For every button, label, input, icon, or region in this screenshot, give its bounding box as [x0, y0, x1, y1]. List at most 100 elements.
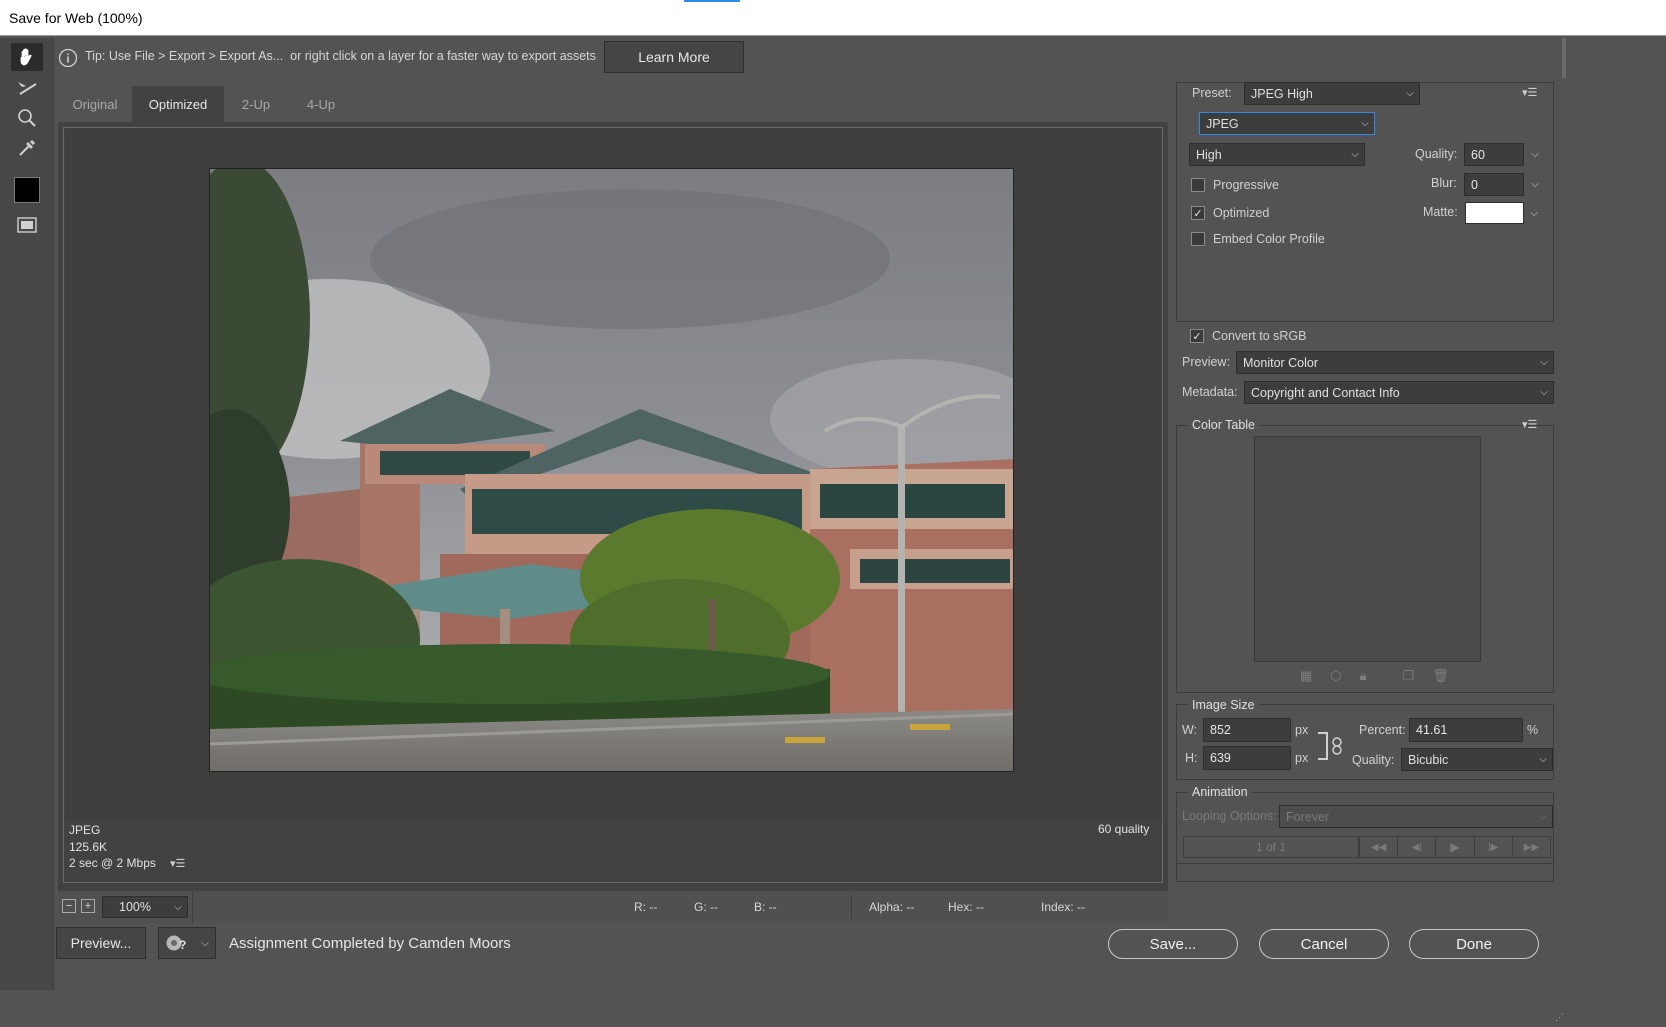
frame-counter: 1 of 1: [1183, 836, 1359, 858]
chevron-down-icon: ⌵: [1539, 754, 1547, 765]
status-text: Assignment Completed by Camden Moors: [229, 935, 511, 952]
quality-input[interactable]: 60: [1464, 143, 1524, 166]
preset-label: Preset:: [1192, 86, 1232, 100]
map-transparency-icon[interactable]: ▦: [1300, 668, 1312, 684]
quality-dropdown-chevron-icon[interactable]: ⌵: [1526, 143, 1544, 166]
learn-more-button[interactable]: Learn More: [604, 41, 744, 73]
blur-dropdown-chevron-icon[interactable]: ⌵: [1526, 173, 1544, 196]
lock-icon[interactable]: 🔒︎: [1360, 668, 1367, 684]
animation-title: Animation: [1188, 785, 1252, 799]
preview-in-browser-button[interactable]: Preview...: [56, 927, 146, 959]
metadata-select[interactable]: Copyright and Contact Info ⌵: [1244, 381, 1554, 404]
tip-bar-edge: [1562, 38, 1566, 78]
compression-quality-select[interactable]: High ⌵: [1189, 143, 1365, 166]
resize-grip-icon[interactable]: ⋰: [1555, 1012, 1564, 1023]
blur-label: Blur:: [1431, 176, 1457, 190]
browser-select[interactable]: ? ⌵: [158, 927, 216, 959]
constrain-proportions-bracket: [1318, 732, 1328, 760]
image-size-title: Image Size: [1188, 698, 1259, 712]
index-readout: Index: --: [1041, 900, 1086, 914]
zoom-level-select[interactable]: 100% ⌵: [102, 896, 188, 918]
svg-text:?: ?: [179, 938, 186, 952]
web-snap-cube-icon[interactable]: ⬡: [1330, 668, 1341, 684]
preview-color-select[interactable]: Monitor Color ⌵: [1236, 351, 1554, 374]
preset-value: JPEG High: [1251, 86, 1313, 101]
trash-icon[interactable]: 🗑︎: [1432, 668, 1449, 684]
height-input[interactable]: 639: [1203, 746, 1291, 770]
slice-select-tool[interactable]: [11, 74, 43, 102]
alpha-readout: Alpha: --: [869, 900, 915, 914]
embed-color-profile-checkbox[interactable]: [1191, 232, 1205, 246]
matte-color-swatch[interactable]: [1465, 202, 1524, 224]
previous-frame-icon[interactable]: ◀|: [1398, 837, 1437, 857]
color-table-menu-icon[interactable]: ▾☰: [1522, 418, 1537, 431]
zoom-level-value: 100%: [119, 900, 151, 914]
hand-icon: [20, 48, 32, 66]
blue-readout: B: --: [754, 900, 777, 914]
tab-optimized[interactable]: Optimized: [132, 86, 224, 122]
status-divider: [192, 891, 193, 923]
chevron-down-icon: ⌵: [174, 901, 182, 913]
looping-options-select[interactable]: Forever ⌵: [1279, 805, 1553, 828]
status-divider: [851, 895, 852, 919]
status-bar: − + 100% ⌵ R: -- G: -- B: -- Alpha: -- H…: [58, 890, 1168, 923]
percent-input[interactable]: 41.61: [1409, 718, 1523, 742]
file-format-select[interactable]: JPEG ⌵: [1199, 112, 1375, 135]
width-unit: px: [1295, 723, 1309, 737]
image-quality-info: 60 quality: [1098, 822, 1150, 836]
chevron-down-icon: ⌵: [1539, 811, 1547, 822]
optimized-label: Optimized: [1213, 206, 1270, 220]
browser-icon: ?: [166, 935, 186, 952]
link-chain-icon[interactable]: [1331, 737, 1343, 755]
width-input[interactable]: 852: [1203, 718, 1291, 742]
width-label: W:: [1182, 723, 1198, 737]
image-info: JPEG 125.6K 2 sec @ 2 Mbps: [69, 822, 156, 872]
resample-quality-select[interactable]: Bicubic ⌵: [1401, 748, 1553, 771]
play-icon[interactable]: ▶: [1436, 837, 1475, 857]
done-button[interactable]: Done: [1409, 929, 1539, 959]
image-file-size: 125.6K: [69, 839, 108, 854]
progressive-checkbox[interactable]: [1191, 178, 1205, 192]
checkmark-icon: ✓: [1193, 207, 1203, 220]
convert-srgb-label: Convert to sRGB: [1212, 329, 1307, 343]
percent-label: Percent:: [1359, 723, 1406, 737]
red-readout: R: --: [634, 900, 658, 914]
new-color-icon[interactable]: ❐: [1403, 668, 1415, 684]
eyedropper-tool[interactable]: [11, 134, 43, 162]
slices-visibility-icon: [17, 217, 37, 233]
convert-srgb-checkbox[interactable]: ✓: [1190, 329, 1204, 343]
height-unit: px: [1295, 751, 1309, 765]
animation-group-footer: [1176, 864, 1554, 882]
first-frame-icon[interactable]: ◀◀: [1360, 837, 1399, 857]
download-time: 2 sec @ 2 Mbps: [69, 856, 156, 870]
optimized-image-preview[interactable]: [209, 168, 1014, 772]
tab-2-up[interactable]: 2-Up: [224, 86, 288, 122]
matte-dropdown-chevron-icon[interactable]: ⌵: [1524, 202, 1544, 224]
title-bar: Save for Web (100%): [0, 0, 1666, 36]
building-photo: [210, 169, 1013, 771]
optimized-checkbox[interactable]: ✓: [1191, 206, 1205, 220]
cancel-button[interactable]: Cancel: [1259, 929, 1389, 959]
eyedropper-icon: [19, 139, 36, 156]
metadata-value: Copyright and Contact Info: [1251, 385, 1400, 400]
compression-quality-value: High: [1196, 147, 1222, 162]
zoom-tool[interactable]: [11, 104, 43, 132]
zoom-out-button[interactable]: −: [62, 899, 76, 913]
tab-4-up[interactable]: 4-Up: [288, 86, 354, 122]
tab-original[interactable]: Original: [58, 86, 132, 122]
chevron-down-icon: ⌵: [1351, 149, 1359, 160]
eyedropper-color-swatch[interactable]: [14, 177, 40, 203]
optimize-menu-icon[interactable]: ▾☰: [1522, 86, 1537, 99]
color-table-swatches[interactable]: [1254, 436, 1481, 662]
blur-input[interactable]: 0: [1464, 173, 1524, 196]
zoom-in-button[interactable]: +: [81, 899, 95, 913]
hand-tool[interactable]: [11, 43, 43, 71]
resample-quality-label: Quality:: [1352, 753, 1395, 767]
chevron-down-icon: ⌵: [201, 937, 209, 949]
next-frame-icon[interactable]: |▶: [1475, 837, 1513, 857]
save-button[interactable]: Save...: [1108, 929, 1238, 959]
preset-select[interactable]: JPEG High ⌵: [1244, 82, 1420, 105]
info-menu-icon[interactable]: ▾☰: [170, 857, 185, 870]
toggle-slices-visibility[interactable]: [11, 211, 43, 239]
last-frame-icon[interactable]: ▶▶: [1513, 837, 1550, 857]
